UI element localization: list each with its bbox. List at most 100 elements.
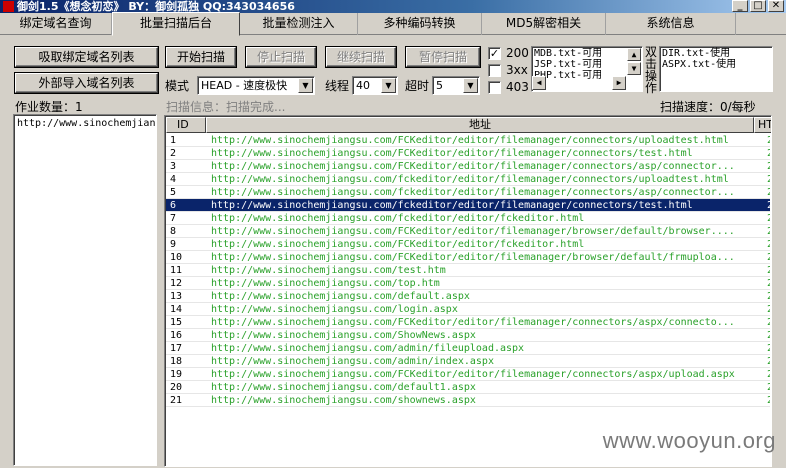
chevron-down-icon[interactable]: ▼ bbox=[298, 78, 313, 93]
window-buttons: _ □ ✕ bbox=[732, 0, 784, 12]
tab-batch-scan[interactable]: 批量扫描后台 bbox=[112, 12, 240, 36]
row-id: 20 bbox=[170, 382, 183, 393]
mode-label: 模式 bbox=[165, 79, 190, 93]
tab-domain-query[interactable]: 绑定域名查询 bbox=[0, 13, 112, 35]
row-status: 2 bbox=[767, 290, 770, 302]
table-row[interactable]: 9 http://www.sinochemjiangsu.com/FCKedito… bbox=[166, 238, 770, 251]
grid-header: ID 地址 HTT bbox=[166, 117, 771, 133]
table-row[interactable]: 11 http://www.sinochemjiangsu.com/test.ht… bbox=[166, 264, 770, 277]
dictionary-list-available[interactable]: MDB.txt-可用 JSP.txt-可用 PHP.txt-可用 ▲ ▼ ◀ ▶ bbox=[531, 46, 643, 92]
row-url: http://www.sinochemjiangsu.com/FCKeditor… bbox=[211, 161, 735, 172]
table-row[interactable]: 19 http://www.sinochemjiangsu.com/FCKedit… bbox=[166, 368, 770, 381]
row-url: http://www.sinochemjiangsu.com/admin/ind… bbox=[211, 356, 494, 367]
dict-item[interactable]: MDB.txt-可用 bbox=[534, 48, 640, 59]
row-url: http://www.sinochemjiangsu.com/default.a… bbox=[211, 291, 470, 302]
row-id: 4 bbox=[170, 174, 177, 185]
mode-select[interactable]: HEAD - 速度极快 ▼ bbox=[197, 76, 315, 95]
row-id: 6 bbox=[170, 200, 177, 211]
row-status: 2 bbox=[767, 134, 770, 146]
row-url: http://www.sinochemjiangsu.com/fckeditor… bbox=[211, 187, 735, 198]
tab-batch-injection[interactable]: 批量检测注入 bbox=[240, 13, 358, 35]
row-url: http://www.sinochemjiangsu.com/fckeditor… bbox=[211, 174, 729, 185]
row-id: 11 bbox=[170, 265, 183, 276]
row-id: 21 bbox=[170, 395, 183, 406]
row-url: http://www.sinochemjiangsu.com/fckeditor… bbox=[211, 213, 585, 224]
row-url: http://www.sinochemjiangsu.com/top.htm bbox=[211, 278, 440, 289]
row-status: 2 bbox=[767, 160, 770, 172]
scroll-up-icon[interactable]: ▲ bbox=[627, 48, 641, 61]
status-200-checkbox[interactable]: ✓ bbox=[488, 47, 501, 60]
import-domains-button[interactable]: 外部导入域名列表 bbox=[15, 73, 158, 93]
domain-list[interactable]: http://www.sinochemjian bbox=[13, 114, 157, 466]
row-id: 16 bbox=[170, 330, 183, 341]
row-url: http://www.sinochemjiangsu.com/shownews.… bbox=[211, 395, 476, 406]
table-row[interactable]: 21 http://www.sinochemjiangsu.com/shownew… bbox=[166, 394, 770, 407]
row-url: http://www.sinochemjiangsu.com/default1.… bbox=[211, 382, 476, 393]
status-3xx-label: 3xx bbox=[506, 63, 528, 77]
row-id: 9 bbox=[170, 239, 177, 250]
table-row[interactable]: 12 http://www.sinochemjiangsu.com/top.htm… bbox=[166, 277, 770, 290]
table-row[interactable]: 20 http://www.sinochemjiangsu.com/default… bbox=[166, 381, 770, 394]
minimize-button[interactable]: _ bbox=[732, 0, 748, 12]
scroll-left-icon[interactable]: ◀ bbox=[532, 76, 546, 90]
table-row[interactable]: 3 http://www.sinochemjiangsu.com/FCKedito… bbox=[166, 160, 770, 173]
tab-encoding[interactable]: 多种编码转换 bbox=[358, 13, 482, 35]
row-url: http://www.sinochemjiangsu.com/FCKeditor… bbox=[211, 369, 735, 380]
row-url: http://www.sinochemjiangsu.com/ShowNews.… bbox=[211, 330, 476, 341]
start-scan-button[interactable]: 开始扫描 bbox=[166, 47, 236, 67]
table-row[interactable]: 6 http://www.sinochemjiangsu.com/fckedito… bbox=[166, 199, 770, 212]
table-row[interactable]: 7 http://www.sinochemjiangsu.com/fckedito… bbox=[166, 212, 770, 225]
table-row[interactable]: 5 http://www.sinochemjiangsu.com/fckedito… bbox=[166, 186, 770, 199]
table-row[interactable]: 17 http://www.sinochemjiangsu.com/admin/f… bbox=[166, 342, 770, 355]
row-status: 2 bbox=[767, 368, 770, 380]
timeout-select[interactable]: 5 ▼ bbox=[432, 76, 480, 95]
table-row[interactable]: 1 http://www.sinochemjiangsu.com/FCKedito… bbox=[166, 134, 770, 147]
status-200-label: 200 bbox=[506, 46, 529, 60]
maximize-button[interactable]: □ bbox=[750, 0, 766, 12]
row-id: 15 bbox=[170, 317, 183, 328]
resume-scan-button[interactable]: 继续扫描 bbox=[326, 47, 396, 67]
tab-system-info[interactable]: 系统信息 bbox=[606, 13, 736, 35]
tab-md5[interactable]: MD5解密相关 bbox=[482, 13, 606, 35]
col-http-header[interactable]: HTT bbox=[754, 117, 771, 133]
fetch-domains-button[interactable]: 吸取绑定域名列表 bbox=[15, 47, 158, 67]
chevron-down-icon[interactable]: ▼ bbox=[463, 78, 478, 93]
row-url: http://www.sinochemjiangsu.com/fckeditor… bbox=[211, 200, 693, 211]
row-status: 2 bbox=[767, 355, 770, 367]
threads-value: 40 bbox=[356, 79, 370, 92]
dict-item[interactable]: JSP.txt-可用 bbox=[534, 59, 640, 70]
table-row[interactable]: 2 http://www.sinochemjiangsu.com/FCKedito… bbox=[166, 147, 770, 160]
col-address-header[interactable]: 地址 bbox=[206, 117, 754, 133]
scroll-right-icon[interactable]: ▶ bbox=[612, 76, 626, 90]
row-id: 12 bbox=[170, 278, 183, 289]
pause-scan-button[interactable]: 暂停扫描 bbox=[406, 47, 480, 67]
row-id: 17 bbox=[170, 343, 183, 354]
status-3xx-checkbox[interactable] bbox=[488, 64, 501, 77]
scroll-down-icon[interactable]: ▼ bbox=[627, 62, 641, 75]
row-status: 2 bbox=[767, 238, 770, 250]
stop-scan-button[interactable]: 停止扫描 bbox=[246, 47, 316, 67]
table-row[interactable]: 13 http://www.sinochemjiangsu.com/default… bbox=[166, 290, 770, 303]
close-button[interactable]: ✕ bbox=[768, 0, 784, 12]
threads-select[interactable]: 40 ▼ bbox=[352, 76, 398, 95]
chevron-down-icon[interactable]: ▼ bbox=[381, 78, 396, 93]
row-id: 14 bbox=[170, 304, 183, 315]
domain-item[interactable]: http://www.sinochemjian bbox=[17, 118, 155, 129]
timeout-value: 5 bbox=[436, 79, 443, 92]
table-row[interactable]: 8 http://www.sinochemjiangsu.com/FCKedito… bbox=[166, 225, 770, 238]
table-row[interactable]: 14 http://www.sinochemjiangsu.com/login.a… bbox=[166, 303, 770, 316]
row-id: 10 bbox=[170, 252, 183, 263]
results-grid[interactable]: ID 地址 HTT 1 http://www.sinochemjiangsu.co… bbox=[164, 115, 772, 467]
table-row[interactable]: 18 http://www.sinochemjiangsu.com/admin/i… bbox=[166, 355, 770, 368]
table-row[interactable]: 16 http://www.sinochemjiangsu.com/ShowNew… bbox=[166, 329, 770, 342]
table-row[interactable]: 10 http://www.sinochemjiangsu.com/FCKedit… bbox=[166, 251, 770, 264]
status-403-checkbox[interactable] bbox=[488, 81, 501, 94]
col-id-header[interactable]: ID bbox=[166, 117, 206, 133]
table-row[interactable]: 4 http://www.sinochemjiangsu.com/fckedito… bbox=[166, 173, 770, 186]
dictionary-list-in-use[interactable]: DIR.txt-使用 ASPX.txt-使用 bbox=[659, 46, 773, 92]
dict-item[interactable]: DIR.txt-使用 bbox=[662, 48, 770, 59]
row-id: 18 bbox=[170, 356, 183, 367]
table-row[interactable]: 15 http://www.sinochemjiangsu.com/FCKedit… bbox=[166, 316, 770, 329]
dict-item[interactable]: ASPX.txt-使用 bbox=[662, 59, 770, 70]
row-status: 2 bbox=[767, 381, 770, 393]
